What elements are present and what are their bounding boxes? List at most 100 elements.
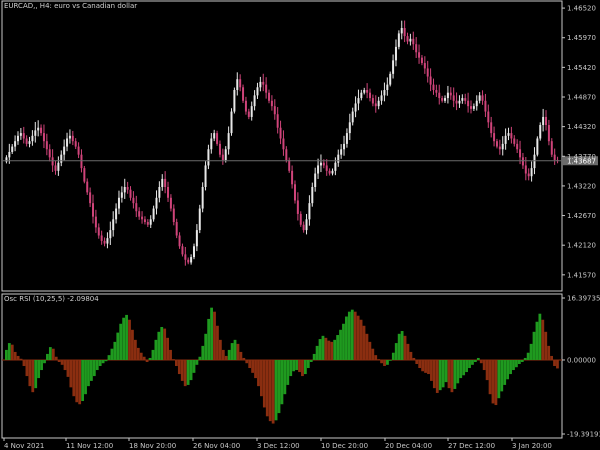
osc-bar xyxy=(432,359,436,389)
oscillator-histogram xyxy=(2,307,562,424)
candle-body xyxy=(244,100,247,112)
osc-bar xyxy=(526,352,530,360)
osc-bar xyxy=(63,359,67,371)
candle-body xyxy=(484,100,487,112)
price-axis-label: 1.42670 xyxy=(567,212,596,220)
osc-bar xyxy=(453,359,457,389)
candle-body xyxy=(213,133,216,139)
candle-body xyxy=(553,154,556,161)
osc-bar xyxy=(418,359,422,369)
osc-bar xyxy=(523,357,527,360)
time-axis-label: 11 Nov 12:00 xyxy=(66,442,113,450)
candle-body xyxy=(83,168,86,182)
osc-bar xyxy=(16,355,20,360)
candle-body xyxy=(37,127,40,131)
candle-body xyxy=(224,149,227,161)
candle-body xyxy=(279,127,282,139)
candle-body xyxy=(446,92,449,99)
osc-bar xyxy=(169,349,172,360)
osc-bar xyxy=(139,352,143,360)
candle-body xyxy=(429,76,432,85)
candle-body xyxy=(314,173,317,187)
osc-bar xyxy=(72,359,76,397)
price-axis-label: 1.42120 xyxy=(567,242,596,250)
candle-body xyxy=(469,106,472,109)
candle-body xyxy=(345,133,348,144)
candle-body xyxy=(68,135,71,139)
candle-body xyxy=(296,200,299,214)
osc-bar xyxy=(277,359,281,414)
candle-body xyxy=(354,103,357,112)
osc-bar xyxy=(136,347,140,360)
candle-body xyxy=(86,181,89,193)
candle-body xyxy=(184,254,187,260)
osc-bar xyxy=(133,339,137,360)
osc-bar xyxy=(46,353,49,360)
osc-bar xyxy=(494,359,498,406)
osc-bar xyxy=(380,359,383,364)
candle-body xyxy=(475,100,478,107)
osc-bar xyxy=(154,339,158,360)
osc-bar xyxy=(34,359,38,389)
candle-body xyxy=(426,68,429,77)
chart-canvas[interactable]: 1.43687 1.46520 1.45970 1.45420 1.44870 1.44… xyxy=(0,0,600,450)
osc-bar xyxy=(318,339,322,360)
osc-bar xyxy=(40,359,43,371)
osc-bar xyxy=(257,359,260,387)
candle-body xyxy=(253,95,256,107)
candle-body xyxy=(432,84,435,90)
candle-body xyxy=(135,203,138,212)
osc-bar xyxy=(491,359,495,404)
candle-body xyxy=(357,98,360,104)
candle-body xyxy=(343,143,346,150)
osc-bar xyxy=(547,345,551,360)
osc-bar xyxy=(312,353,316,360)
osc-bar xyxy=(274,359,278,421)
candle-body xyxy=(247,111,250,117)
candle-body xyxy=(285,149,288,161)
candle-body xyxy=(348,122,351,134)
osc-bar xyxy=(233,339,237,360)
osc-bar xyxy=(517,359,521,364)
osc-bar xyxy=(356,315,360,360)
candle-body xyxy=(533,154,536,169)
osc-bar xyxy=(210,307,213,360)
osc-bar xyxy=(339,329,342,360)
candle-body xyxy=(513,138,516,144)
time-axis-label: 18 Nov 20:00 xyxy=(129,442,176,450)
candle-body xyxy=(158,186,161,198)
candle-body xyxy=(216,133,219,144)
candle-body xyxy=(22,133,25,139)
osc-bar xyxy=(69,359,73,388)
osc-bar xyxy=(10,344,14,360)
time-axis-label: 27 Dec 12:00 xyxy=(448,442,495,450)
osc-bar xyxy=(544,331,548,360)
osc-bar xyxy=(515,359,518,368)
osc-bar xyxy=(166,337,170,360)
candle-body xyxy=(504,135,507,144)
osc-bar xyxy=(107,355,111,360)
chart-window[interactable]: 1.43687 1.46520 1.45970 1.45420 1.44870 1.44… xyxy=(0,0,600,450)
candle-body xyxy=(394,46,397,61)
osc-bar xyxy=(388,359,392,361)
osc-bar xyxy=(92,359,96,377)
osc-bar xyxy=(37,359,41,379)
candle-body xyxy=(42,133,45,142)
candle-body xyxy=(57,162,60,171)
osc-bar xyxy=(456,359,460,384)
osc-bar xyxy=(421,359,425,372)
candle-body xyxy=(45,141,48,150)
candle-body xyxy=(250,106,253,117)
candle-body xyxy=(317,165,320,174)
candle-body xyxy=(389,73,392,85)
osc-bar xyxy=(251,359,255,373)
osc-bar xyxy=(444,359,448,383)
osc-bar xyxy=(450,359,454,393)
osc-bar xyxy=(333,339,337,360)
osc-bar xyxy=(230,343,234,360)
osc-bar xyxy=(541,319,545,360)
candle-body xyxy=(360,92,363,99)
candle-body xyxy=(282,138,285,150)
candle-body xyxy=(92,203,95,217)
osc-bar xyxy=(242,357,246,360)
